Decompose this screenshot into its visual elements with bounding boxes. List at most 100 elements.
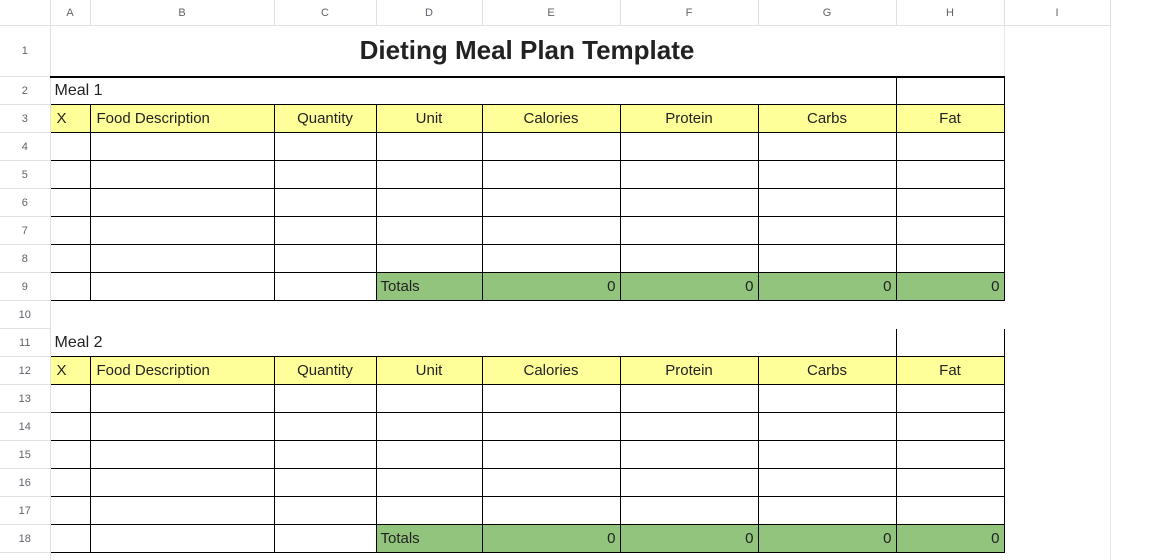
cell-F4[interactable] — [620, 133, 758, 161]
totals-prot-1[interactable]: 0 — [620, 273, 758, 301]
totals-carb-2[interactable]: 0 — [758, 525, 896, 553]
cell-E13[interactable] — [482, 385, 620, 413]
cell-D15[interactable] — [376, 441, 482, 469]
cell-F7[interactable] — [620, 217, 758, 245]
cell-G13[interactable] — [758, 385, 896, 413]
cell-C16[interactable] — [274, 469, 376, 497]
hdr-unit-1[interactable]: Unit — [376, 105, 482, 133]
cell-C9[interactable] — [274, 273, 376, 301]
hdr-fat-2[interactable]: Fat — [896, 357, 1004, 385]
totals-cal-2[interactable]: 0 — [482, 525, 620, 553]
row-header-2[interactable]: 2 — [0, 77, 50, 105]
cell-F13[interactable] — [620, 385, 758, 413]
cell-E14[interactable] — [482, 413, 620, 441]
row-header-12[interactable]: 12 — [0, 357, 50, 385]
col-header-G[interactable]: G — [758, 0, 896, 26]
cell-F17[interactable] — [620, 497, 758, 525]
row-header-8[interactable]: 8 — [0, 245, 50, 273]
cell-I15[interactable] — [1004, 441, 1110, 469]
cell-I2[interactable] — [1004, 77, 1110, 105]
cell-E16[interactable] — [482, 469, 620, 497]
cell-A7[interactable] — [50, 217, 90, 245]
col-header-H[interactable]: H — [896, 0, 1004, 26]
cell-C8[interactable] — [274, 245, 376, 273]
totals-label-1[interactable]: Totals — [376, 273, 482, 301]
cell-F16[interactable] — [620, 469, 758, 497]
cell-H16[interactable] — [896, 469, 1004, 497]
cell-A18[interactable] — [50, 525, 90, 553]
cell-I8[interactable] — [1004, 245, 1110, 273]
cell-G14[interactable] — [758, 413, 896, 441]
cell-C13[interactable] — [274, 385, 376, 413]
title-cell[interactable]: Dieting Meal Plan Template — [50, 26, 1004, 77]
cell-A9[interactable] — [50, 273, 90, 301]
cell-B15[interactable] — [90, 441, 274, 469]
cell-I6[interactable] — [1004, 189, 1110, 217]
row-header-10[interactable]: 10 — [0, 301, 50, 329]
cell-B7[interactable] — [90, 217, 274, 245]
hdr-prot-2[interactable]: Protein — [620, 357, 758, 385]
hdr-carb-1[interactable]: Carbs — [758, 105, 896, 133]
hdr-fat-1[interactable]: Fat — [896, 105, 1004, 133]
cell-A8[interactable] — [50, 245, 90, 273]
cell-H4[interactable] — [896, 133, 1004, 161]
cell-G4[interactable] — [758, 133, 896, 161]
cell-G16[interactable] — [758, 469, 896, 497]
cell-B8[interactable] — [90, 245, 274, 273]
totals-carb-1[interactable]: 0 — [758, 273, 896, 301]
cell-H17[interactable] — [896, 497, 1004, 525]
col-header-I[interactable]: I — [1004, 0, 1110, 26]
cell-E6[interactable] — [482, 189, 620, 217]
cell-D14[interactable] — [376, 413, 482, 441]
hdr-cal-1[interactable]: Calories — [482, 105, 620, 133]
cell-I5[interactable] — [1004, 161, 1110, 189]
cell-C6[interactable] — [274, 189, 376, 217]
cell-B5[interactable] — [90, 161, 274, 189]
cell-F14[interactable] — [620, 413, 758, 441]
row-header-1[interactable]: 1 — [0, 26, 50, 77]
cell-H13[interactable] — [896, 385, 1004, 413]
totals-prot-2[interactable]: 0 — [620, 525, 758, 553]
row-header-14[interactable]: 14 — [0, 413, 50, 441]
cell-B4[interactable] — [90, 133, 274, 161]
row-header-13[interactable]: 13 — [0, 385, 50, 413]
cell-I7[interactable] — [1004, 217, 1110, 245]
hdr-qty-2[interactable]: Quantity — [274, 357, 376, 385]
cell-E4[interactable] — [482, 133, 620, 161]
cell-H5[interactable] — [896, 161, 1004, 189]
cell-E5[interactable] — [482, 161, 620, 189]
cell-C7[interactable] — [274, 217, 376, 245]
hdr-prot-1[interactable]: Protein — [620, 105, 758, 133]
cell-D16[interactable] — [376, 469, 482, 497]
row-header-16[interactable]: 16 — [0, 469, 50, 497]
cell-H14[interactable] — [896, 413, 1004, 441]
cell-E17[interactable] — [482, 497, 620, 525]
cell-E15[interactable] — [482, 441, 620, 469]
cell-F15[interactable] — [620, 441, 758, 469]
cell-F5[interactable] — [620, 161, 758, 189]
cell-A6[interactable] — [50, 189, 90, 217]
cell-D17[interactable] — [376, 497, 482, 525]
cell-E7[interactable] — [482, 217, 620, 245]
totals-cal-1[interactable]: 0 — [482, 273, 620, 301]
col-header-F[interactable]: F — [620, 0, 758, 26]
cell-H2[interactable] — [896, 77, 1004, 105]
cell-F6[interactable] — [620, 189, 758, 217]
cell-G7[interactable] — [758, 217, 896, 245]
row-header-15[interactable]: 15 — [0, 441, 50, 469]
cell-A15[interactable] — [50, 441, 90, 469]
col-header-D[interactable]: D — [376, 0, 482, 26]
cell-H11[interactable] — [896, 329, 1004, 357]
col-header-C[interactable]: C — [274, 0, 376, 26]
cell-B18[interactable] — [90, 525, 274, 553]
row-header-6[interactable]: 6 — [0, 189, 50, 217]
cell-A16[interactable] — [50, 469, 90, 497]
cell-H6[interactable] — [896, 189, 1004, 217]
cell-A17[interactable] — [50, 497, 90, 525]
cell-D7[interactable] — [376, 217, 482, 245]
cell-F8[interactable] — [620, 245, 758, 273]
cell-I3[interactable] — [1004, 105, 1110, 133]
cell-G17[interactable] — [758, 497, 896, 525]
totals-label-2[interactable]: Totals — [376, 525, 482, 553]
cell-I1[interactable] — [1004, 26, 1110, 77]
